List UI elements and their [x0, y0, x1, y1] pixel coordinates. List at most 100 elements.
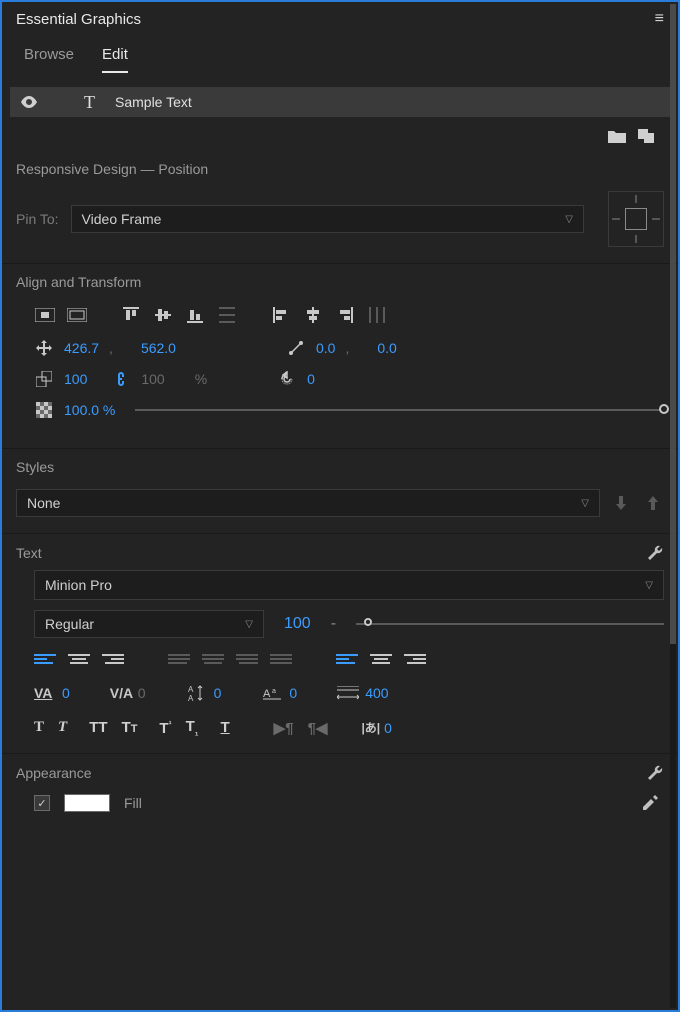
- text-align-center-icon[interactable]: [68, 654, 90, 670]
- font-style-value: Regular: [45, 616, 94, 632]
- vertical-align-bottom-icon[interactable]: [404, 654, 426, 670]
- opacity-value[interactable]: 100.0 %: [64, 402, 115, 418]
- position-sep: ,: [109, 340, 113, 356]
- baseline-value[interactable]: 0: [289, 685, 297, 701]
- chevron-down-icon: ▽: [245, 619, 253, 630]
- text-align-right-icon[interactable]: [102, 654, 124, 670]
- chevron-down-icon: ▽: [581, 498, 589, 509]
- wrench-icon[interactable]: [646, 764, 664, 782]
- link-scale-icon[interactable]: [111, 370, 131, 388]
- align-top-icon[interactable]: [120, 304, 142, 326]
- pin-widget[interactable]: [608, 191, 664, 247]
- section-text-title: Text: [16, 545, 42, 561]
- pin-to-dropdown[interactable]: Video Frame ▽: [71, 205, 584, 233]
- justify-left-icon[interactable]: [168, 654, 190, 670]
- vertical-align-top-icon[interactable]: [336, 654, 358, 670]
- align-bottom-icon[interactable]: [184, 304, 206, 326]
- anchor-y[interactable]: 0.0: [377, 340, 396, 356]
- scrollbar[interactable]: [670, 4, 676, 1008]
- section-styles-title: Styles: [16, 459, 664, 475]
- align-vcenter-icon[interactable]: [152, 304, 174, 326]
- scale-link-value[interactable]: 100: [141, 371, 164, 387]
- section-appearance-title: Appearance: [16, 765, 92, 781]
- align-frame-icon[interactable]: [66, 304, 88, 326]
- font-size-value[interactable]: 100: [284, 615, 311, 633]
- justify-right-icon[interactable]: [236, 654, 258, 670]
- svg-text:a: a: [272, 688, 276, 695]
- width-icon: [337, 686, 359, 700]
- opacity-icon: [34, 402, 54, 418]
- section-responsive-title: Responsive Design — Position: [16, 161, 664, 177]
- panel-menu-icon[interactable]: ≡: [655, 10, 664, 28]
- underline-button[interactable]: T: [221, 719, 230, 736]
- layer-row[interactable]: T Sample Text: [10, 87, 670, 117]
- tsume-control: |あ| 0: [361, 719, 392, 736]
- position-x[interactable]: 426.7: [64, 340, 99, 356]
- font-value: Minion Pro: [45, 577, 112, 593]
- baseline-shift-icon: Aa: [261, 685, 283, 701]
- section-align-title: Align and Transform: [16, 274, 664, 290]
- layer-name[interactable]: Sample Text: [115, 94, 192, 110]
- rotation-value[interactable]: 0: [307, 371, 315, 387]
- svg-text:A: A: [188, 694, 194, 702]
- fill-checkbox[interactable]: ✓: [34, 795, 50, 811]
- ltr-button[interactable]: ▶¶: [274, 719, 294, 737]
- bold-button[interactable]: T: [34, 719, 44, 736]
- superscript-button[interactable]: T¹: [159, 719, 171, 737]
- tracking-value[interactable]: 0: [138, 685, 146, 701]
- align-hcenter-icon[interactable]: [302, 304, 324, 326]
- opacity-slider[interactable]: [135, 409, 664, 411]
- align-left-icon[interactable]: [270, 304, 292, 326]
- tab-browse[interactable]: Browse: [24, 46, 74, 73]
- styles-dropdown[interactable]: None ▽: [16, 489, 600, 517]
- font-style-dropdown[interactable]: Regular ▽: [34, 610, 264, 638]
- panel-title: Essential Graphics: [16, 11, 141, 28]
- pin-to-label: Pin To:: [16, 211, 59, 227]
- pin-to-value: Video Frame: [82, 211, 162, 227]
- align-selection-icon[interactable]: [34, 304, 56, 326]
- position-icon: [34, 340, 54, 356]
- new-folder-icon[interactable]: [608, 129, 626, 143]
- distribute-vertical-icon[interactable]: [216, 304, 238, 326]
- fill-color-swatch[interactable]: [64, 794, 110, 812]
- styles-value: None: [27, 495, 60, 511]
- anchor-icon: [286, 340, 306, 356]
- svg-text:A: A: [188, 685, 194, 694]
- font-dropdown[interactable]: Minion Pro ▽: [34, 570, 664, 600]
- chevron-down-icon: ▽: [645, 580, 653, 591]
- font-size-slider[interactable]: [356, 623, 664, 625]
- new-layer-icon[interactable]: [638, 129, 654, 143]
- fill-label: Fill: [124, 795, 142, 811]
- tsume-value[interactable]: 0: [384, 720, 392, 736]
- visibility-icon[interactable]: [20, 96, 38, 108]
- leading-value[interactable]: 0: [214, 685, 222, 701]
- smallcaps-button[interactable]: TT: [122, 719, 138, 736]
- tab-edit[interactable]: Edit: [102, 46, 128, 73]
- allcaps-button[interactable]: TT: [89, 719, 107, 736]
- text-layer-icon: T: [84, 92, 95, 113]
- subscript-button[interactable]: T₁: [186, 718, 199, 737]
- distribute-horizontal-icon[interactable]: [366, 304, 388, 326]
- italic-button[interactable]: T: [58, 719, 67, 736]
- svg-text:A: A: [263, 688, 271, 700]
- rtl-button[interactable]: ¶◀: [308, 719, 328, 737]
- vertical-align-middle-icon[interactable]: [370, 654, 392, 670]
- wrench-icon[interactable]: [646, 544, 664, 562]
- anchor-x[interactable]: 0.0: [316, 340, 335, 356]
- text-align-left-icon[interactable]: [34, 654, 56, 670]
- style-down-icon[interactable]: [610, 492, 632, 514]
- eyedropper-icon[interactable]: [642, 795, 658, 811]
- justify-center-icon[interactable]: [202, 654, 224, 670]
- leading-icon: AA: [186, 684, 208, 702]
- optical-kerning-value[interactable]: 0: [62, 685, 70, 701]
- position-y[interactable]: 562.0: [141, 340, 176, 356]
- scale-icon: [34, 371, 54, 387]
- justify-all-icon[interactable]: [270, 654, 292, 670]
- align-right-icon[interactable]: [334, 304, 356, 326]
- style-up-icon[interactable]: [642, 492, 664, 514]
- width-value[interactable]: 400: [365, 685, 388, 701]
- scale-value[interactable]: 100: [64, 371, 87, 387]
- anchor-sep: ,: [345, 340, 349, 356]
- scale-unit: %: [195, 371, 207, 387]
- rotation-icon: [277, 371, 297, 387]
